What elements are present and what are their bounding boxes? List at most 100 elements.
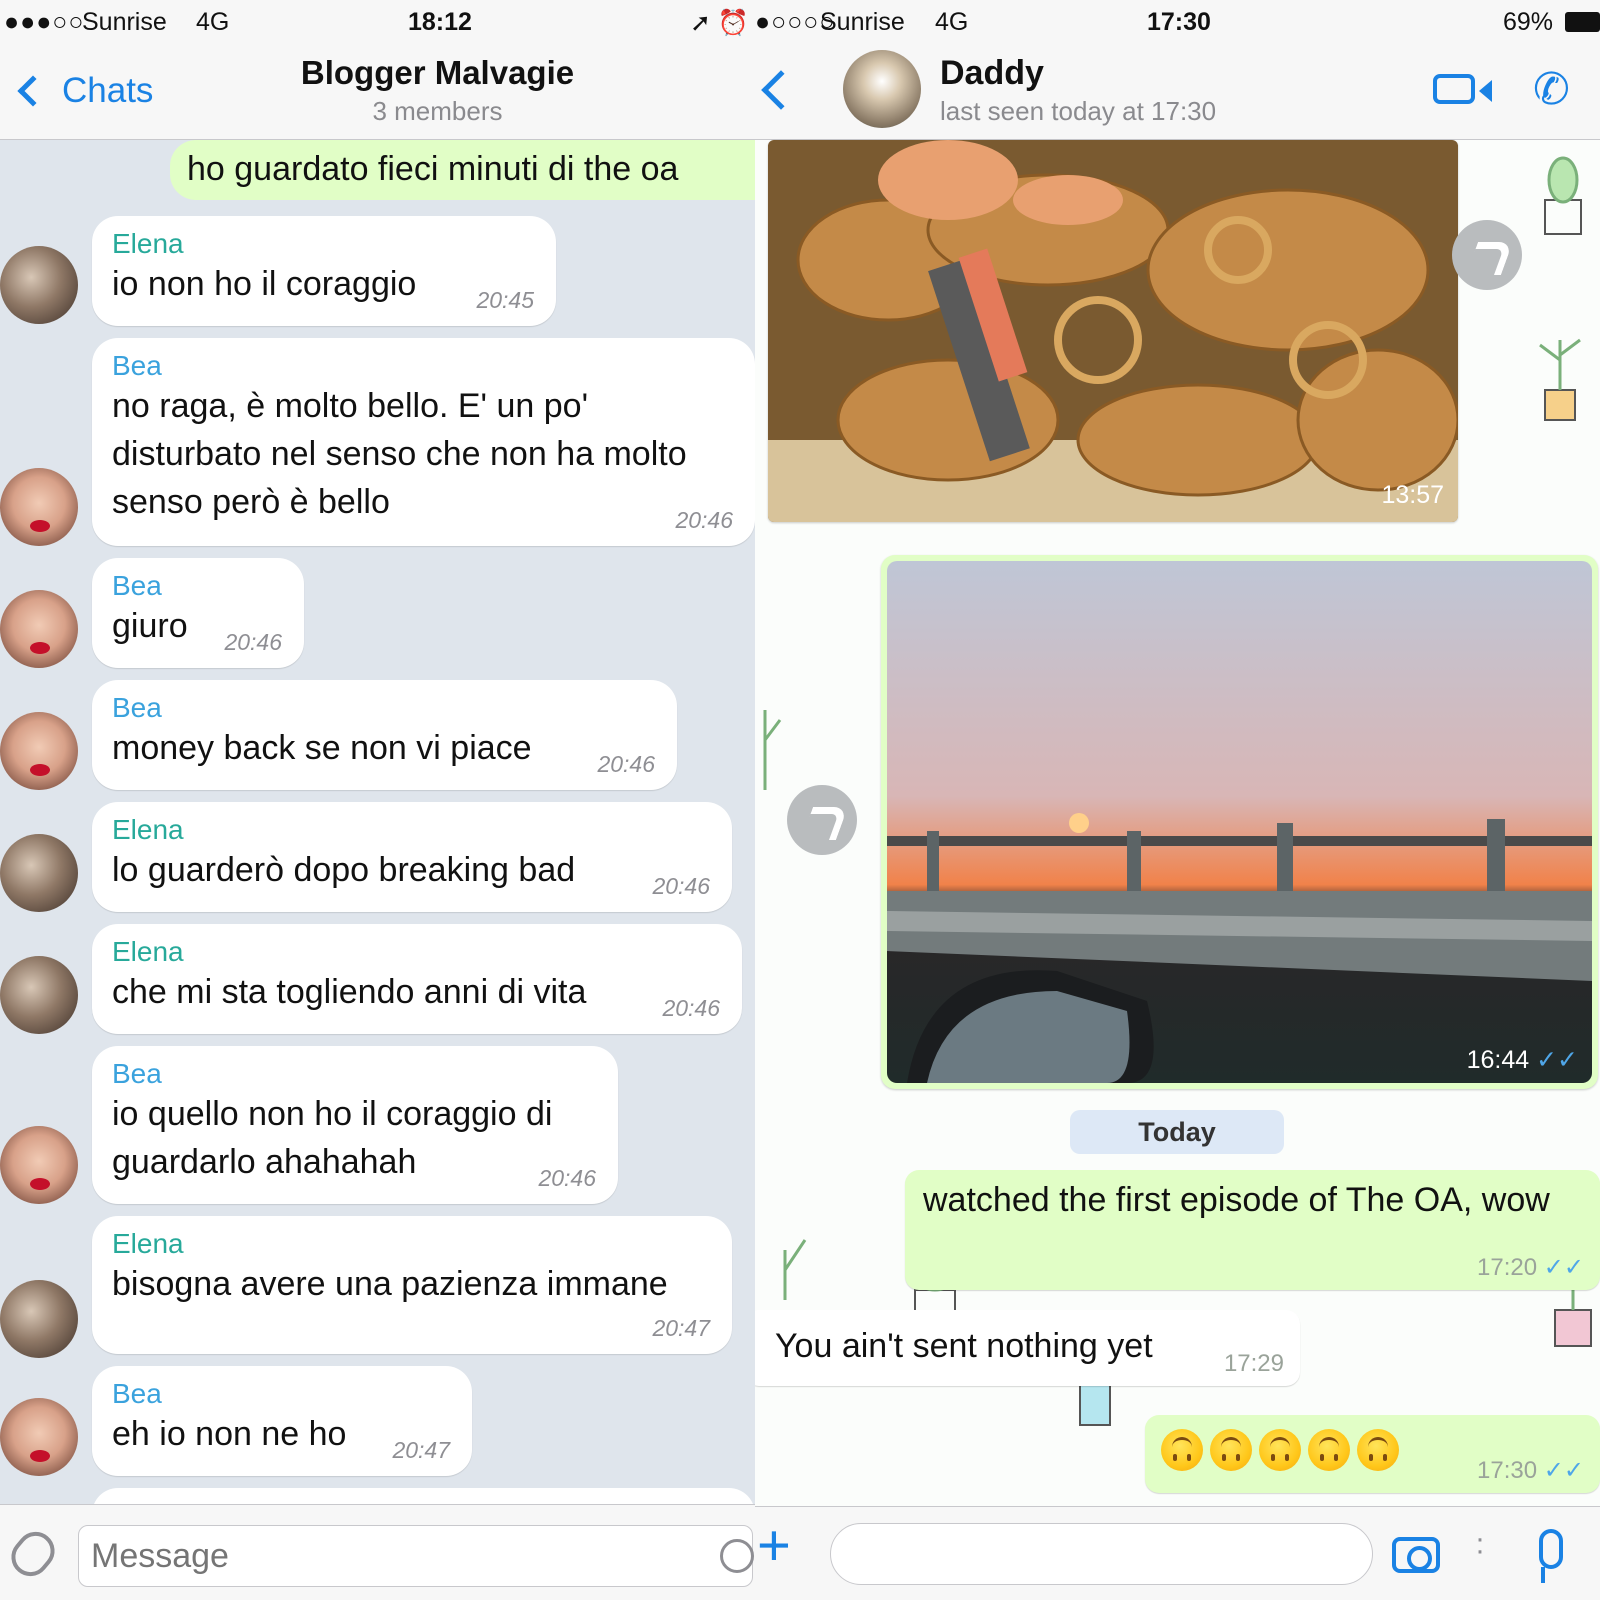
- message-time: 20:46: [538, 1165, 596, 1191]
- sender-name: Bea: [112, 1058, 162, 1089]
- message-bubble[interactable]: Bea giuro 20:46: [92, 558, 304, 668]
- message-text: watched the first episode of The OA, wow: [923, 1181, 1550, 1219]
- message-time: 20:46: [224, 629, 282, 655]
- status-bar: ●○○○○ Sunrise 4G 17:30 69%: [755, 0, 1600, 46]
- message-text: io quello non ho il coraggio di guardarl…: [112, 1095, 553, 1181]
- read-ticks-icon: ✓✓: [1543, 1254, 1584, 1281]
- forward-button-icon[interactable]: [1452, 220, 1522, 290]
- signal-strength: ●●●○○: [4, 8, 85, 36]
- message-time: 20:46: [662, 995, 720, 1021]
- avatar-bea[interactable]: [0, 468, 78, 546]
- sunset-photo: [887, 561, 1592, 1083]
- date-separator: Today: [1070, 1110, 1284, 1154]
- upside-down-face-icon: [1210, 1429, 1252, 1471]
- avatar-detail: [30, 520, 50, 532]
- status-bar: ●●●○○ Sunrise 4G 18:12 ➚ ⏰: [0, 0, 755, 46]
- plus-icon[interactable]: +: [757, 1517, 791, 1575]
- outgoing-message[interactable]: watched the first episode of The OA, wow…: [905, 1170, 1600, 1290]
- last-seen-status: last seen today at 17:30: [940, 96, 1217, 126]
- message-text: no raga, è molto bello. E' un po' distur…: [112, 387, 687, 521]
- message-bubble[interactable]: Elena che mi sta togliendo anni di vita …: [92, 924, 742, 1034]
- outgoing-image-message[interactable]: 16:44 ✓✓: [881, 555, 1598, 1089]
- message-text: che mi sta togliendo anni di vita: [112, 973, 587, 1011]
- outgoing-message[interactable]: 17:30 ✓✓: [1145, 1415, 1600, 1493]
- read-ticks-icon: ✓✓: [1536, 1046, 1578, 1074]
- carrier-name: Sunrise: [82, 8, 167, 36]
- more-options-icon[interactable]: · ·: [1475, 1524, 1485, 1566]
- message-text: bisogna avere una pazienza immane: [112, 1265, 668, 1303]
- status-time: 18:12: [408, 8, 472, 36]
- sender-name: Bea: [112, 692, 162, 723]
- image-time: 16:44: [1466, 1046, 1530, 1074]
- avatar-detail: [30, 764, 50, 776]
- message-bubble[interactable]: Elena io non ho il coraggio 20:45: [92, 216, 556, 326]
- avatar-bea[interactable]: [0, 1398, 78, 1476]
- message-bubble[interactable]: Bea no raga, è molto bello. E' un po' di…: [92, 338, 755, 546]
- message-time: 20:47: [652, 1315, 710, 1341]
- upside-down-face-icon: [1259, 1429, 1301, 1471]
- message-time-status: 17:30 ✓✓: [1477, 1456, 1584, 1485]
- read-ticks-icon: ✓✓: [1543, 1457, 1584, 1484]
- message-input[interactable]: [78, 1525, 753, 1587]
- battery-icon: [1565, 12, 1600, 32]
- back-button-chevron-icon[interactable]: [761, 70, 801, 110]
- avatar-elena[interactable]: [0, 246, 78, 324]
- chat-header: Daddy last seen today at 17:30 ✆: [755, 46, 1600, 140]
- message-text: ho guardato fieci minuti di the oa: [187, 150, 679, 188]
- video-call-icon[interactable]: [1433, 74, 1492, 104]
- fried-seafood-photo: [768, 140, 1458, 522]
- microphone-icon[interactable]: [1539, 1529, 1563, 1583]
- message-input[interactable]: [830, 1523, 1373, 1585]
- sender-name: Elena: [112, 936, 184, 967]
- avatar-bea[interactable]: [0, 590, 78, 668]
- message-input-bar: [0, 1504, 755, 1600]
- back-label: Chats: [62, 71, 154, 110]
- message-time: 20:45: [476, 287, 534, 313]
- sender-name: Bea: [112, 570, 162, 601]
- sender-name: Elena: [112, 228, 184, 259]
- sticker-icon[interactable]: [720, 1539, 754, 1573]
- message-time: 20:47: [392, 1437, 450, 1463]
- contact-name[interactable]: Daddy: [940, 54, 1044, 93]
- incoming-message[interactable]: You ain't sent nothing yet 17:29: [755, 1310, 1300, 1386]
- message-bubble[interactable]: Bea eh io non ne ho 20:47: [92, 1366, 472, 1476]
- avatar-bea[interactable]: [0, 712, 78, 790]
- avatar-detail: [30, 1450, 50, 1462]
- avatar-elena[interactable]: [0, 956, 78, 1034]
- outgoing-message[interactable]: ho guardato fieci minuti di the oa: [170, 140, 755, 200]
- message-time: 17:30: [1477, 1457, 1538, 1484]
- chevron-left-icon: [17, 75, 49, 107]
- message-time: 17:20: [1477, 1254, 1538, 1281]
- sender-name: Bea: [112, 1378, 162, 1409]
- upside-down-face-icon: [1308, 1429, 1350, 1471]
- avatar-detail: [30, 642, 50, 654]
- message-text: You ain't sent nothing yet: [775, 1327, 1153, 1365]
- avatar-bea[interactable]: [0, 1126, 78, 1204]
- message-input-bar: + · ·: [755, 1506, 1600, 1600]
- camera-icon[interactable]: [1392, 1537, 1440, 1573]
- phone-call-icon[interactable]: ✆: [1533, 64, 1570, 115]
- avatar-elena[interactable]: [0, 834, 78, 912]
- message-text: money back se non vi piace: [112, 729, 532, 767]
- image-time: 13:57: [1381, 481, 1444, 509]
- upside-down-face-icon: [1161, 1429, 1203, 1471]
- message-bubble[interactable]: Bea money back se non vi piace 20:46: [92, 680, 677, 790]
- attach-icon[interactable]: [3, 1524, 63, 1584]
- emoji-row: [1161, 1429, 1406, 1471]
- message-time: 20:46: [597, 751, 655, 777]
- network-type: 4G: [196, 8, 230, 36]
- message-bubble[interactable]: Elena bisogna avere una pazienza immane …: [92, 1216, 732, 1354]
- message-bubble[interactable]: Elena lo guarderò dopo breaking bad 20:4…: [92, 802, 732, 912]
- message-text: io non ho il coraggio: [112, 265, 417, 303]
- avatar-elena[interactable]: [0, 1280, 78, 1358]
- contact-avatar[interactable]: [843, 50, 921, 128]
- message-text: lo guarderò dopo breaking bad: [112, 851, 576, 889]
- whatsapp-chat-screenshot: ●○○○○ Sunrise 4G 17:30 69% Daddy last se…: [755, 0, 1600, 1600]
- battery-percent: 69%: [1503, 8, 1554, 36]
- avatar-detail: [30, 1178, 50, 1190]
- message-time: 20:46: [652, 873, 710, 899]
- incoming-image-message[interactable]: 13:57: [768, 140, 1458, 522]
- back-to-chats-button[interactable]: Chats: [12, 66, 153, 116]
- forward-button-icon[interactable]: [787, 785, 857, 855]
- message-bubble[interactable]: Bea io quello non ho il coraggio di guar…: [92, 1046, 618, 1204]
